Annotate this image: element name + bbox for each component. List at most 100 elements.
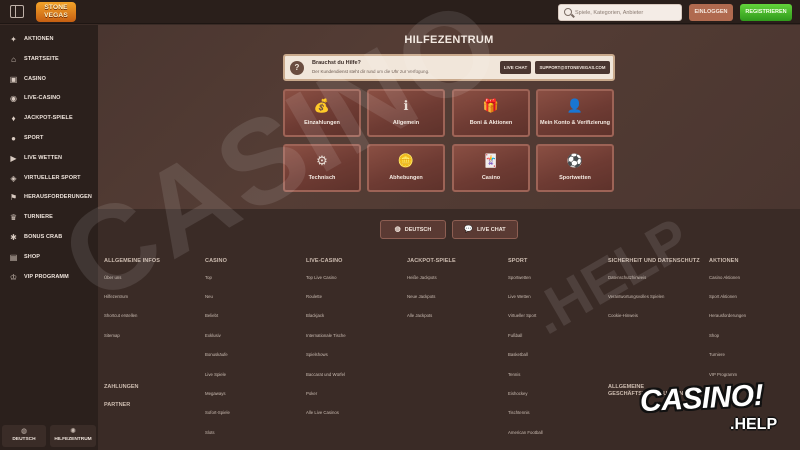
footer-link[interactable]: Sportwetten [508,275,531,280]
footer-link[interactable]: Sitemap [104,333,120,338]
sidebar-item-label: HERAUSFORDERUNGEN [24,194,93,200]
tile-sportwetten[interactable]: ⚽ Sportwetten [536,144,614,192]
footer: ◍ DEUTSCH 💬 LIVE CHAT ALLGEMEINE INFOS Übe… [98,209,800,450]
footer-link[interactable]: Spielshows [306,352,328,357]
footer-link[interactable]: Basketball [508,352,528,357]
footer-link[interactable]: Cookie-Hinweis [608,313,638,318]
footer-link[interactable]: Top Live Casino [306,275,337,280]
footer-zahlungen-title: ZAHLUNGEN [104,384,139,390]
footer-agb-title[interactable]: ALLGEMEINE GESCHÄFTSBEDINGUNGEN [608,384,683,398]
sidebar-item-live-casino[interactable]: ◉ LIVE-CASINO [0,89,98,108]
tile-label: Mein Konto & Verifizierung [540,120,610,126]
footer-link[interactable]: Baccarat und Würfel [306,372,345,377]
footer-link[interactable]: Internationale Tische [306,333,346,338]
sport-icon: ● [11,134,16,143]
footer-link[interactable]: Neu [205,294,213,299]
footer-language-button[interactable]: ◍ DEUTSCH [380,220,446,239]
sidebar-item-herausforderungen[interactable]: ⚑ HERAUSFORDERUNGEN [0,188,98,207]
footer-link[interactable]: Exklusiv [205,333,221,338]
footer-link[interactable]: Datenschutzhinweis [608,275,646,280]
help-center-button[interactable]: ✺ HILFEZENTRUM [50,425,96,447]
footer-link[interactable]: Sport Aktionen [709,294,737,299]
banner-live-chat-button[interactable]: LIVE CHAT [500,61,531,74]
sidebar-item-label: STARTSEITE [24,56,59,62]
footer-link[interactable]: Live Spiele [205,372,226,377]
sidebar-item-jackpot-spiele[interactable]: ♦ JACKPOT-SPIELE [0,109,98,128]
help-banner: ? Brauchst du Hilfe? Der Kundendienst st… [283,54,615,81]
footer-link[interactable]: Tennis [508,372,520,377]
footer-link[interactable]: Blackjack [306,313,324,318]
footer-link[interactable]: Herausforderungen [709,313,746,318]
language-label: DEUTSCH [12,437,36,442]
jackpot-icon: ♦ [11,114,16,123]
tile-allgemein[interactable]: ℹ Allgemein [367,89,445,137]
logo-line-2: VEGAS [44,12,68,19]
sidebar-item-virtueller-sport[interactable]: ◈ VIRTUELLER SPORT [0,169,98,188]
challenge-icon: ⚑ [9,193,18,202]
cards-icon: 🃏 [482,153,500,168]
footer-column-title: AKTIONEN [709,258,739,264]
tile-einzahlungen[interactable]: 💰 Einzahlungen [283,89,361,137]
brand-logo[interactable]: STONE VEGAS [36,2,76,22]
footer-link[interactable]: Beliebt [205,313,218,318]
footer-link[interactable]: Shop [709,333,719,338]
footer-link[interactable]: Über uns [104,275,121,280]
footer-column-title: CASINO [205,258,227,264]
footer-link[interactable]: Alle Live Casinos [306,410,339,415]
footer-link[interactable]: Bonuskäufe [205,352,228,357]
footer-link[interactable]: Verantwortungsvolles Spielen [608,294,664,299]
footer-link[interactable]: Top [205,275,212,280]
sidebar-item-label: AKTIONEN [24,36,54,42]
tile-label: Abhebungen [389,175,423,181]
sidebar-item-bonus-crab[interactable]: ✱ BONUS CRAB [0,228,98,247]
footer-link[interactable]: Fußball [508,333,522,338]
top-bar: STONE VEGAS EINLOGGEN REGISTRIEREN [0,0,800,24]
globe-icon: ◍ [20,428,28,435]
footer-link[interactable]: Megaways [205,391,226,396]
sidebar-item-casino[interactable]: ▣ CASINO [0,70,98,89]
tile-abhebungen[interactable]: 🪙 Abhebungen [367,144,445,192]
sidebar-item-label: CASINO [24,76,46,82]
tile-konto-verifizierung[interactable]: 👤 Mein Konto & Verifizierung [536,89,614,137]
footer-link[interactable]: Eishockey [508,391,528,396]
sidebar-item-aktionen[interactable]: ✦ AKTIONEN [0,30,98,49]
login-button[interactable]: EINLOGGEN [689,4,733,21]
footer-link[interactable]: VIP Programm [709,372,737,377]
sidebar-item-shop[interactable]: ▤ SHOP [0,248,98,267]
tile-boni-aktionen[interactable]: 🎁 Boni & Aktionen [452,89,530,137]
search-box[interactable] [558,4,682,21]
sidebar-toggle-icon[interactable] [10,5,24,18]
footer-link[interactable]: Sofort-Spiele [205,410,230,415]
footer-link[interactable]: Shortcut erstellen [104,313,137,318]
footer-link[interactable]: Turniere [709,352,725,357]
footer-link[interactable]: Roulette [306,294,322,299]
language-button[interactable]: ◍ DEUTSCH [2,425,46,447]
sidebar-item-turniere[interactable]: ♛ TURNIERE [0,208,98,227]
sidebar-item-startseite[interactable]: ⌂ STARTSEITE [0,50,98,69]
support-email-button[interactable]: SUPPORT@STONEVEGAS.COM [535,61,610,74]
footer-link[interactable]: Slots [205,430,215,435]
virtual-sport-icon: ◈ [10,174,17,183]
footer-link[interactable]: Neue Jackpots [407,294,435,299]
footer-link[interactable]: Live Wetten [508,294,531,299]
sidebar-item-vip-programm[interactable]: ♔ VIP PROGRAMM [0,268,98,287]
footer-link[interactable]: American Football [508,430,543,435]
footer-link[interactable]: Heiße Jackpots [407,275,437,280]
sidebar-item-sport[interactable]: ● SPORT [0,129,98,148]
tile-technisch[interactable]: ⚙ Technisch [283,144,361,192]
tile-casino[interactable]: 🃏 Casino [452,144,530,192]
search-input[interactable] [575,5,679,20]
sidebar-item-live-wetten[interactable]: ▶ LIVE WETTEN [0,149,98,168]
logo-line-1: STONE [44,4,68,11]
cog-icon: ⚙ [316,153,328,168]
footer-link[interactable]: Virtueller Sport [508,313,536,318]
footer-link[interactable]: Poker [306,391,317,396]
page-title: HILFEZENTRUM [404,34,494,46]
footer-link[interactable]: Alle Jackpots [407,313,432,318]
footer-column-title: LIVE-CASINO [306,258,343,264]
register-button[interactable]: REGISTRIEREN [740,4,792,21]
footer-live-chat-button[interactable]: 💬 LIVE CHAT [452,220,518,239]
footer-link[interactable]: Casino Aktionen [709,275,740,280]
footer-link[interactable]: Tischtennis [508,410,530,415]
footer-link[interactable]: Hilfezentrum [104,294,128,299]
